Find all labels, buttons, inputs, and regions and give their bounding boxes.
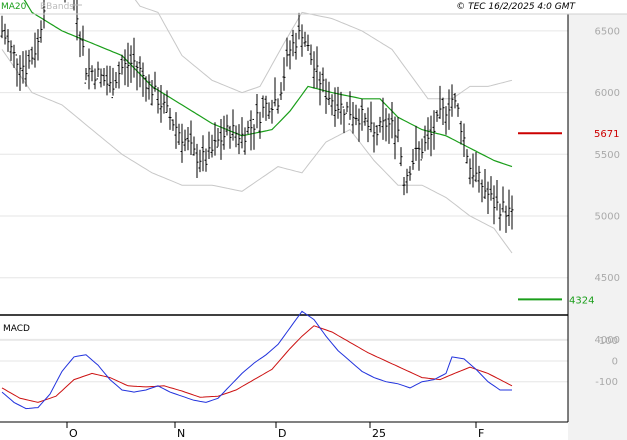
- macd-y-tick-label: -100: [595, 377, 618, 388]
- x-tick-label: N: [177, 427, 185, 440]
- x-tick-label: D: [278, 427, 286, 440]
- ma20-legend: MA20: [1, 2, 27, 12]
- y-axis-panel: [568, 14, 627, 440]
- macd-y-tick-label: 100: [599, 336, 618, 347]
- resistance-label: 5671: [594, 129, 619, 140]
- x-tick-label: O: [69, 427, 78, 440]
- price-y-tick-label: 5000: [595, 212, 620, 223]
- price-y-tick-label: 5500: [595, 150, 620, 161]
- macd-title: MACD: [3, 324, 30, 334]
- price-y-tick-label: 4500: [595, 273, 620, 284]
- copyright-timestamp: © TEC 16/2/2025 4:0 GMT: [456, 2, 576, 12]
- bbands-legend: BBands: [40, 2, 74, 12]
- x-tick-label: F: [478, 427, 484, 440]
- macd-y-tick-label: 0: [612, 357, 618, 368]
- price-y-tick-label: 6500: [595, 26, 620, 37]
- stock-chart: 5671 4324 400045005000550060006500700075…: [0, 0, 627, 440]
- support-label: 4324: [569, 295, 594, 306]
- x-tick-label: 25: [372, 427, 386, 440]
- price-y-tick-label: 6000: [595, 88, 620, 99]
